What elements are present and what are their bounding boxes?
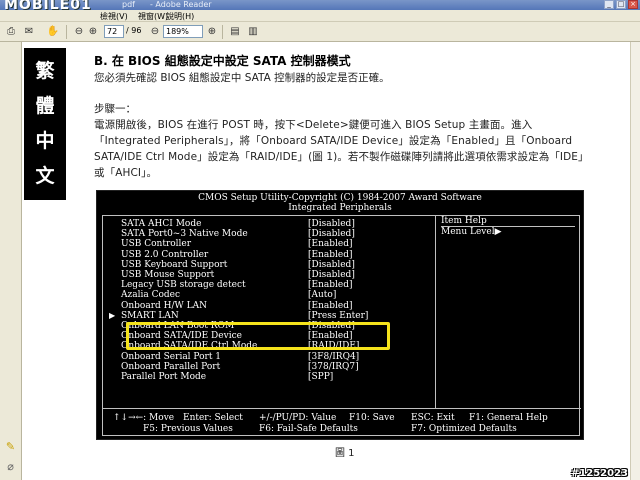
- bios-setting-value[interactable]: [Disabled]: [308, 219, 355, 229]
- menu-bar: 檢視(V) 視窗(W) 說明(H): [0, 10, 640, 22]
- intro-paragraph: 您必須先確認 BIOS 組態設定中 SATA 控制器的設定是否正確。: [94, 72, 390, 84]
- bios-setting-row[interactable]: USB Mouse Support [Disabled]: [103, 270, 436, 280]
- minimize-icon[interactable]: _: [604, 0, 614, 9]
- footer-failsafe: F6: Fail-Safe Defaults: [259, 424, 358, 434]
- vertical-scrollbar[interactable]: [630, 42, 640, 480]
- bios-setting-value[interactable]: [SPP]: [308, 372, 333, 382]
- bios-setting-row[interactable]: Onboard Serial Port 1 [3F8/IRQ4]: [103, 352, 436, 362]
- comments-icon[interactable]: ✎: [3, 440, 18, 454]
- footer-previous: F5: Previous Values: [143, 424, 233, 434]
- bios-setting-label: Onboard Parallel Port: [121, 361, 221, 372]
- hand-tool-icon[interactable]: ✋: [46, 25, 60, 38]
- bios-setting-label: USB Mouse Support: [121, 270, 215, 280]
- bios-setting-label: USB Keyboard Support: [121, 259, 228, 270]
- bios-setting-value[interactable]: [Disabled]: [308, 270, 355, 280]
- bios-setting-value[interactable]: [378/IRQ7]: [308, 362, 359, 372]
- email-icon[interactable]: ✉: [22, 25, 36, 38]
- bios-setting-value[interactable]: [Enabled]: [308, 239, 352, 249]
- close-icon[interactable]: ×: [628, 0, 638, 9]
- navigation-pane: ✎ ⌀: [0, 42, 22, 480]
- zoom-in-icon[interactable]: ⊕: [205, 25, 219, 38]
- language-tab: 繁 體 中 文: [24, 48, 66, 200]
- footer-optimized: F7: Optimized Defaults: [411, 424, 517, 434]
- step-label: 步驟一：: [94, 103, 136, 115]
- attachments-icon[interactable]: ⌀: [3, 460, 18, 474]
- bios-setting-label: USB 2.0 Controller: [121, 249, 209, 260]
- bios-setting-label: SMART LAN: [121, 310, 179, 321]
- next-page-icon[interactable]: ⊕: [86, 25, 100, 38]
- lang-char: 繁: [35, 60, 55, 82]
- bios-setting-row[interactable]: Onboard H/W LAN [Enabled]: [103, 301, 436, 311]
- bios-setting-row[interactable]: SATA Port0~3 Native Mode [Disabled]: [103, 229, 436, 239]
- bios-copyright: CMOS Setup Utility-Copyright (C) 1984-20…: [198, 193, 482, 203]
- bios-setting-row[interactable]: USB 2.0 Controller [Enabled]: [103, 250, 436, 260]
- bios-setting-value[interactable]: [Auto]: [308, 290, 336, 300]
- item-help-header: Item Help: [441, 216, 575, 227]
- bios-settings-list: SATA AHCI Mode [Disabled] SATA Port0~3 Nat…: [103, 216, 436, 408]
- highlight-box: [126, 322, 390, 350]
- fit-width-icon[interactable]: ▥: [246, 25, 260, 38]
- bios-setting-value[interactable]: [Press Enter]: [308, 311, 368, 321]
- bios-setting-label: SATA AHCI Mode: [121, 219, 202, 229]
- menu-help[interactable]: 說明(H): [166, 11, 194, 22]
- section-title: B. 在 BIOS 組態設定中設定 SATA 控制器模式: [94, 54, 351, 68]
- step-paragraph: 電源開啟後，BIOS 在進行 POST 時，按下<Delete>鍵便可進入 BI…: [94, 119, 584, 179]
- maximize-icon[interactable]: □: [616, 0, 626, 9]
- print-icon[interactable]: ⎙: [4, 25, 18, 38]
- window-controls: _ □ ×: [604, 0, 638, 9]
- footer-exit: ESC: Exit: [411, 413, 455, 423]
- figure-caption: 圖 1: [335, 448, 355, 459]
- bios-setting-row[interactable]: SATA AHCI Mode [Disabled]: [103, 219, 436, 229]
- footer-value: +/-/PU/PD: Value: [259, 413, 337, 423]
- bios-setting-row[interactable]: Legacy USB storage detect [Enabled]: [103, 280, 436, 290]
- bios-help-panel: Item Help Menu Level▶: [436, 216, 580, 408]
- bios-setting-label: Parallel Port Mode: [121, 372, 207, 382]
- prev-page-icon[interactable]: ⊖: [72, 25, 86, 38]
- bios-header: CMOS Setup Utility-Copyright (C) 1984-20…: [97, 193, 583, 213]
- toolbar: ⎙ ✉ ✋ ⊖ ⊕ 72 / 96 ⊖ 189% ⊕ ▤ ▥: [0, 22, 640, 42]
- bios-setting-value[interactable]: [Disabled]: [308, 260, 355, 270]
- bios-setting-value[interactable]: [Enabled]: [308, 301, 352, 311]
- bios-screenshot: CMOS Setup Utility-Copyright (C) 1984-20…: [96, 190, 584, 440]
- file-extension: pdf: [122, 0, 135, 9]
- zoom-out-icon[interactable]: ⊖: [148, 25, 162, 38]
- bios-setting-label: Onboard H/W LAN: [121, 300, 207, 311]
- bios-setting-row[interactable]: Parallel Port Mode [SPP]: [103, 372, 436, 382]
- lang-char: 文: [35, 165, 55, 187]
- menu-level-text: Menu Level▶: [441, 227, 502, 237]
- bios-setting-row[interactable]: Onboard Parallel Port [378/IRQ7]: [103, 362, 436, 372]
- zoom-level-select[interactable]: 189%: [163, 25, 203, 38]
- bios-setting-value[interactable]: [Enabled]: [308, 280, 352, 290]
- bios-setting-label: Legacy USB storage detect: [121, 280, 246, 291]
- post-id-watermark: #1252023: [570, 468, 628, 479]
- bios-setting-label: SATA Port0~3 Native Mode: [121, 229, 248, 240]
- bios-setting-row[interactable]: ▶ SMART LAN [Press Enter]: [103, 311, 436, 321]
- bios-setting-row[interactable]: Azalia Codec [Auto]: [103, 290, 436, 300]
- footer-enter: Enter: Select: [183, 413, 243, 423]
- page-number-input[interactable]: 72: [104, 25, 124, 38]
- bios-setting-row[interactable]: USB Controller [Enabled]: [103, 239, 436, 249]
- bios-setting-label: USB Controller: [121, 239, 192, 250]
- bios-setting-value[interactable]: [Disabled]: [308, 229, 355, 239]
- document-page: 繁 體 中 文 B. 在 BIOS 組態設定中設定 SATA 控制器模式 您必須…: [22, 42, 630, 480]
- footer-move: ↑↓→←: Move: [113, 413, 175, 423]
- window-title: - Adobe Reader: [150, 0, 212, 9]
- lang-char: 體: [35, 95, 55, 117]
- menu-view[interactable]: 檢視(V): [100, 11, 128, 22]
- bios-setting-row[interactable]: USB Keyboard Support [Disabled]: [103, 260, 436, 270]
- bios-setting-label: Azalia Codec: [121, 290, 181, 301]
- title-bar: MOBILE01 pdf - Adobe Reader _ □ ×: [0, 0, 640, 13]
- bios-footer: ↑↓→←: Move Enter: Select +/-/PU/PD: Valu…: [103, 408, 581, 436]
- page-total: / 96: [126, 26, 142, 35]
- submenu-arrow-icon: ▶: [109, 310, 116, 320]
- bios-setting-label: Onboard Serial Port 1: [121, 351, 222, 362]
- fit-page-icon[interactable]: ▤: [228, 25, 242, 38]
- footer-help: F1: General Help: [469, 413, 548, 423]
- footer-save: F10: Save: [349, 413, 395, 423]
- menu-window[interactable]: 視窗(W): [138, 11, 168, 22]
- bios-page-title: Integrated Peripherals: [288, 203, 392, 213]
- bios-setting-value[interactable]: [Enabled]: [308, 250, 352, 260]
- lang-char: 中: [35, 130, 55, 152]
- bios-setting-value[interactable]: [3F8/IRQ4]: [308, 352, 359, 362]
